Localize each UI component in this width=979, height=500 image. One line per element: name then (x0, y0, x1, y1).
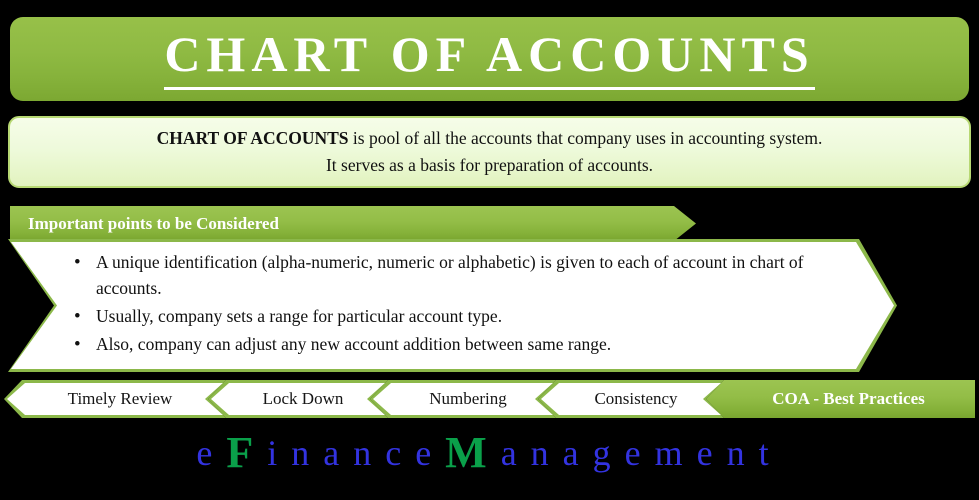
logo-part: e (196, 433, 227, 473)
chevron-coa-best-practices[interactable]: COA - Best Practices (706, 380, 975, 418)
definition-rest: is pool of all the accounts that company… (348, 127, 823, 148)
important-points-box: A unique identification (alpha-numeric, … (8, 239, 897, 372)
definition-line-2: It serves as a basis for preparation of … (325, 155, 654, 175)
list-item: Also, company can adjust any new account… (68, 331, 858, 359)
important-points-banner-label: Important points to be Considered (28, 213, 279, 233)
chevron-label: Lock Down (262, 389, 344, 408)
logo-part: M (445, 428, 501, 477)
chevron-label: Numbering (429, 389, 507, 408)
chevron-lock-down[interactable]: Lock Down (208, 380, 388, 418)
chevron-numbering[interactable]: Numbering (370, 380, 556, 418)
definition-box: CHART OF ACCOUNTS is pool of all the acc… (8, 116, 971, 188)
logo-part: anagement (500, 433, 783, 473)
definition-bold-term: CHART OF ACCOUNTS (156, 127, 349, 148)
bullet-list: A unique identification (alpha-numeric, … (68, 249, 858, 360)
logo-part: F (226, 428, 268, 477)
list-item: Usually, company sets a range for partic… (68, 303, 858, 331)
brand-logo[interactable]: e Finance Management (0, 424, 979, 482)
important-points-banner: Important points to be Considered (10, 206, 696, 241)
definition-line-1: CHART OF ACCOUNTS is pool of all the acc… (157, 125, 823, 152)
title-banner: CHART OF ACCOUNTS (10, 17, 969, 101)
chevron-consistency[interactable]: Consistency (538, 380, 724, 418)
chevron-label: Consistency (594, 389, 678, 408)
page-title: CHART OF ACCOUNTS (164, 29, 815, 90)
best-practices-chevron-row: Timely Review Lock Down Numbering Consis… (0, 380, 979, 418)
chevron-timely-review[interactable]: Timely Review (4, 380, 226, 418)
chevron-label: Timely Review (67, 389, 173, 408)
chevron-label: COA - Best Practices (772, 389, 925, 408)
list-item: A unique identification (alpha-numeric, … (68, 249, 858, 302)
logo-part: inance (267, 433, 446, 473)
